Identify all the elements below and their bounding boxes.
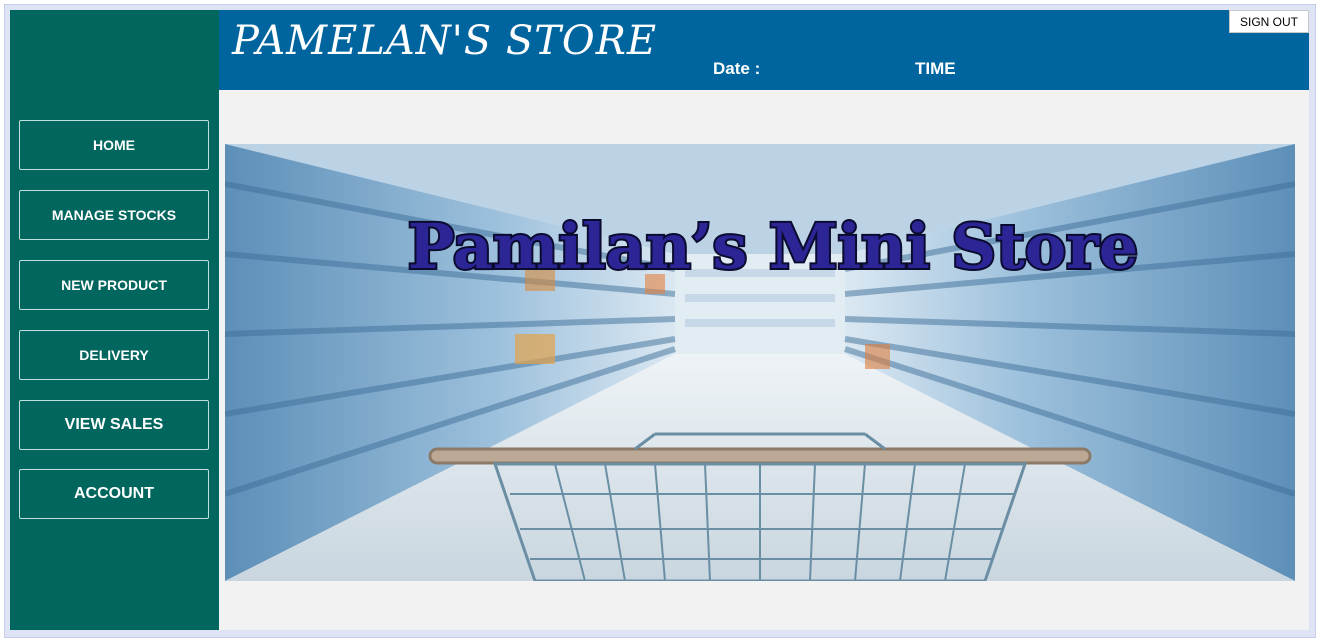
time-label: TIME (915, 59, 956, 78)
app-title: PAMELAN'S STORE (232, 18, 658, 64)
manage-stocks-button[interactable]: MANAGE STOCKS (19, 190, 209, 240)
view-sales-button[interactable]: VIEW SALES (19, 400, 209, 450)
sidebar (10, 10, 219, 630)
delivery-button[interactable]: DELIVERY (19, 330, 209, 380)
banner-title: Pamilan’s Mini Store (408, 210, 1138, 283)
home-button[interactable]: HOME (19, 120, 209, 170)
store-banner-image: Pamilan’s Mini Store (225, 144, 1295, 581)
new-product-button[interactable]: NEW PRODUCT (19, 260, 209, 310)
sign-out-button[interactable]: SIGN OUT (1229, 10, 1309, 33)
date-label: Date : (713, 59, 761, 78)
account-button[interactable]: ACCOUNT (19, 469, 209, 519)
